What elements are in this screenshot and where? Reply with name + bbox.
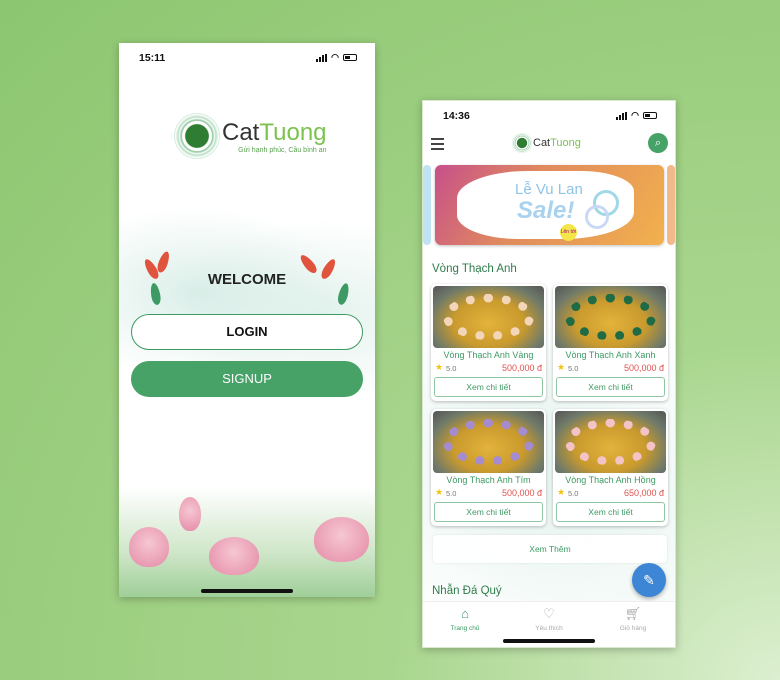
clover-logo-icon xyxy=(174,113,220,159)
section-title: Vòng Thạch Anh xyxy=(432,263,517,275)
product-card[interactable]: Vòng Thạch Anh Tím ★ 5.0 500,000 đ Xem c… xyxy=(431,409,546,526)
wifi-icon: ◠ xyxy=(331,52,339,62)
star-icon: ★ xyxy=(435,487,444,497)
product-card[interactable]: Vòng Thạch Anh Xanh ★ 5.0 500,000 đ Xem … xyxy=(553,284,668,401)
banner-next-peek[interactable] xyxy=(667,165,675,245)
home-indicator xyxy=(201,589,293,593)
logo: CatTuong Gửi hạnh phúc, Cầu bình an xyxy=(174,113,327,159)
view-detail-button[interactable]: Xem chi tiết xyxy=(556,502,665,522)
home-icon: ⌂ xyxy=(461,606,469,621)
signal-icon xyxy=(316,53,328,62)
nav-item-cart[interactable]: 🛒︎ Giỏ hàng xyxy=(591,602,675,647)
product-card[interactable]: Vòng Thạch Anh Vàng ★ 5.0 500,000 đ Xem … xyxy=(431,284,546,401)
star-icon: ★ xyxy=(435,362,444,372)
search-icon: ⌕ xyxy=(654,137,662,149)
tagline: Gửi hạnh phúc, Cầu bình an xyxy=(238,146,327,154)
view-detail-button[interactable]: Xem chi tiết xyxy=(434,377,543,397)
status-bar: 15:11 ◠ xyxy=(119,43,375,73)
view-detail-button[interactable]: Xem chi tiết xyxy=(556,377,665,397)
banner-prev-peek[interactable] xyxy=(423,165,431,245)
home-screen: 14:36 ◠ CatTuong ⌕ Lễ Vu Lan Sale! Lên t… xyxy=(422,100,676,648)
promo-banner[interactable]: Lễ Vu Lan Sale! Lên tới 50% xyxy=(435,165,664,245)
login-button[interactable]: LOGIN xyxy=(131,314,363,350)
login-screen: 15:11 ◠ CatTuong Gửi hạnh phúc, Cầu bình… xyxy=(119,43,375,597)
product-card[interactable]: Vòng Thạch Anh Hồng ★ 5.0 650,000 đ Xem … xyxy=(553,409,668,526)
welcome-heading: WELCOME xyxy=(207,271,287,288)
star-icon: ★ xyxy=(557,362,566,372)
product-image xyxy=(555,411,666,473)
signup-button[interactable]: SIGNUP xyxy=(131,361,363,397)
wifi-icon: ◠ xyxy=(631,110,639,120)
see-more-button[interactable]: Xem Thêm xyxy=(433,535,667,563)
logo: CatTuong xyxy=(512,133,581,153)
menu-icon[interactable] xyxy=(431,138,444,153)
battery-icon xyxy=(643,112,657,119)
signal-icon xyxy=(616,111,628,120)
view-detail-button[interactable]: Xem chi tiết xyxy=(434,502,543,522)
battery-icon xyxy=(343,54,357,61)
product-image xyxy=(433,286,544,348)
product-image xyxy=(433,411,544,473)
product-image xyxy=(555,286,666,348)
edit-fab-button[interactable]: ✎ xyxy=(632,563,666,597)
search-button[interactable]: ⌕ xyxy=(648,133,668,153)
section-title: Nhẫn Đá Quý xyxy=(432,585,502,597)
home-indicator xyxy=(503,639,595,643)
heart-icon: ♡ xyxy=(543,606,555,621)
star-icon: ★ xyxy=(557,487,566,497)
nav-item-home[interactable]: ⌂ Trang chủ xyxy=(423,602,507,647)
edit-icon: ✎ xyxy=(643,572,655,588)
cart-icon: 🛒︎ xyxy=(624,606,642,621)
lotus-background xyxy=(119,487,375,597)
clover-logo-icon xyxy=(512,133,532,153)
status-bar: 14:36 ◠ xyxy=(423,101,675,131)
